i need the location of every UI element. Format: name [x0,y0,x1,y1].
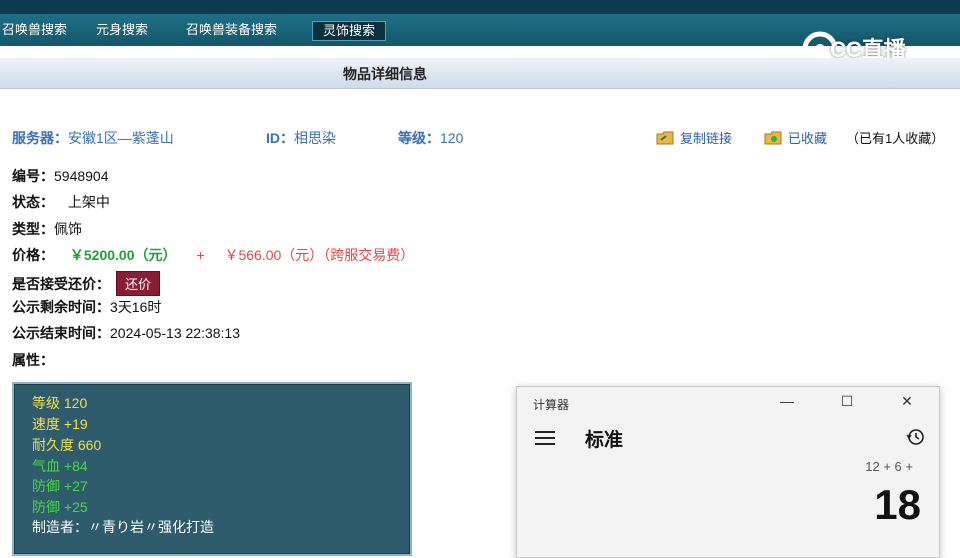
item-id-label: 编号： [12,168,54,184]
server-label: 服务器： [12,130,68,146]
page-title-bar: 物品详细信息 [0,58,960,89]
char-id-value: 相思染 [294,130,336,146]
attributes-label: 属性： [12,352,54,368]
price-row: 价格： ￥5200.00（元） + ￥566.00（元）（跨服交易费） [12,245,414,265]
top-strip [0,0,960,14]
server-info: 服务器：安徽1区—紫蓬山 [12,128,174,148]
char-id-info: ID：相思染 [266,128,336,148]
char-level-info: 等级：120 [398,128,463,148]
tab-yuanshen-search[interactable]: 元身搜索 [86,20,158,40]
price-label: 价格： [12,247,54,263]
maximize-button[interactable]: ☐ [835,393,859,413]
attr-hp: 气血 +84 [32,458,88,474]
price-value: ￥5200.00（元） [69,247,177,263]
status-row: 状态： 上架中 [12,192,110,212]
folder-link-icon [656,131,674,145]
char-level-label: 等级： [398,130,440,146]
type-label: 类型： [12,221,54,237]
server-value: 安徽1区—紫蓬山 [68,130,174,146]
item-id-value: 5948904 [54,168,109,184]
type-value: 佩饰 [54,221,82,237]
item-id-row: 编号：5948904 [12,166,109,186]
favorite-button[interactable]: 已收藏 [764,128,827,147]
status-label: 状态： [12,194,54,210]
fee-value: ￥566.00（元）（跨服交易费） [224,247,415,263]
attributes-panel: 等级 120 速度 +19 耐久度 660 气血 +84 防御 +27 防御 +… [12,382,412,556]
page-title: 物品详细信息 [343,66,427,82]
attr-defense-2: 防御 +25 [32,499,88,515]
remain-time-value: 3天16时 [110,299,162,315]
attr-maker: 制造者：〃青り岩〃强化打造 [32,519,214,535]
attributes-row: 属性： [12,350,54,370]
minimize-button[interactable]: — [775,393,799,413]
calculator-window: 计算器 — ☐ ✕ 标准 12 + 6 + 18 [516,386,940,558]
calculator-result: 18 [874,481,921,528]
end-time-label: 公示结束时间： [12,325,110,341]
char-id-label: ID： [266,130,294,146]
type-row: 类型：佩饰 [12,219,82,239]
counter-offer-label: 是否接受还价： [12,276,110,292]
attr-level: 等级 120 [32,395,88,411]
char-level-value: 120 [440,130,464,146]
status-value: 上架中 [67,194,110,210]
attr-defense-1: 防御 +27 [32,478,88,494]
favorite-count: （已有1人收藏） [846,131,945,146]
tab-summon-search[interactable]: 召唤兽搜索 [0,20,77,40]
tab-summon-equip-search[interactable]: 召唤兽装备搜索 [176,20,287,40]
calculator-title: 计算器 [533,398,570,412]
copy-link-label: 复制链接 [680,131,733,146]
counter-offer-row: 是否接受还价： 还价 [12,271,161,296]
counter-offer-button[interactable]: 还价 [116,271,161,296]
history-icon[interactable] [905,427,925,447]
end-time-row: 公示结束时间：2024-05-13 22:38:13 [12,323,240,343]
price-plus: + [196,247,205,263]
favorite-label: 已收藏 [788,131,828,146]
folder-star-icon [764,131,782,145]
close-button[interactable]: ✕ [895,393,919,413]
end-time-value: 2024-05-13 22:38:13 [110,325,240,341]
attr-durability: 耐久度 660 [32,437,102,453]
remain-time-row: 公示剩余时间：3天16时 [12,297,161,317]
tab-lingshi-search[interactable]: 灵饰搜索 [312,21,387,41]
remain-time-label: 公示剩余时间： [12,299,110,315]
calculator-mode: 标准 [585,430,624,451]
calculator-expression: 12 + 6 + [865,459,913,474]
attr-speed: 速度 +19 [32,416,88,432]
menu-icon[interactable] [535,431,555,445]
copy-link-button[interactable]: 复制链接 [656,128,732,147]
